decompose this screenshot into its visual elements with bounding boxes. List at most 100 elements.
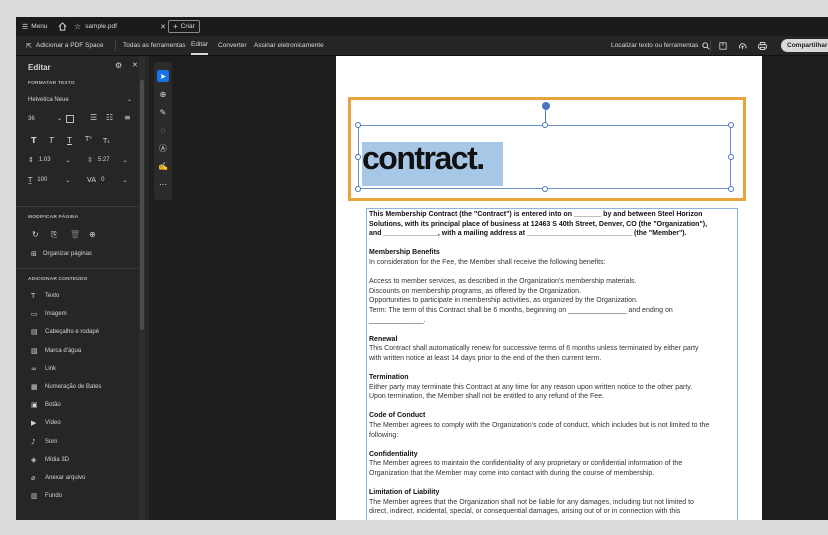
resize-handle[interactable] [728, 154, 734, 160]
add-content-label: Fundo [45, 493, 63, 500]
line-spacing-select[interactable]: ⇕ 1.03 ⌄ [28, 156, 71, 164]
body-text-box[interactable]: This Membership Contract (the "Contract"… [366, 208, 738, 520]
doc-line [369, 402, 735, 412]
add-content-item[interactable]: ⌀ Anexar arquivo [31, 474, 85, 482]
button-icon: ▣ [31, 401, 38, 410]
add-content-item[interactable]: ♪ Som [31, 438, 57, 446]
print-icon[interactable] [758, 36, 767, 55]
font-family-select[interactable]: Helvetica Neue ⌄ [28, 96, 132, 103]
rotate-icon[interactable]: ↻ [32, 230, 39, 239]
doc-line: The Member agrees to comply with the Org… [369, 422, 710, 430]
tab-edit[interactable]: Editar [191, 36, 208, 55]
add-content-item[interactable]: ▥ Fundo [31, 492, 62, 500]
chevron-down-icon: ⌄ [126, 96, 132, 103]
star-icon[interactable]: ☆ [74, 22, 81, 31]
subscript-icon[interactable]: Tₛ [103, 137, 110, 145]
add-to-space-button[interactable]: ⇱ Adicionar a PDF Space [26, 36, 103, 55]
resize-handle[interactable] [355, 154, 361, 160]
insert-page-icon[interactable]: ⊕ [89, 230, 96, 239]
resize-handle[interactable] [355, 122, 361, 128]
tab-all-tools[interactable]: Todas as ferramentas [123, 36, 186, 55]
panel-scrollbar[interactable] [140, 80, 144, 330]
align-left-icon[interactable]: ≡ [124, 113, 131, 122]
text-box-icon[interactable]: Ⓐ [157, 142, 169, 154]
add-content-label: Marca d'água [45, 347, 82, 354]
rotate-handle[interactable] [542, 102, 550, 110]
media-3d-icon: ◈ [31, 455, 37, 464]
resize-handle[interactable] [728, 122, 734, 128]
add-content-label: Vídeo [45, 420, 61, 427]
font-color-swatch[interactable] [66, 115, 74, 123]
add-content-label: Link [45, 365, 57, 372]
add-content-item[interactable]: ∞ Link [31, 365, 56, 373]
underline-icon[interactable]: T [67, 136, 72, 145]
share-button[interactable]: Compartilhar [781, 39, 828, 52]
character-spacing-select[interactable]: VA 0 ⌄ [87, 176, 128, 184]
add-content-item[interactable]: ▧ Marca d'água [31, 347, 81, 355]
add-to-space-label: Adicionar a PDF Space [35, 42, 104, 49]
cloud-upload-icon[interactable] [738, 36, 747, 55]
doc-bold-line: Termination [369, 374, 409, 382]
add-content-label: Mídia 3D [45, 456, 70, 463]
pdf-page: contract. This Membership Contract (the … [336, 56, 762, 520]
more-tools-icon[interactable]: ⋯ [157, 178, 169, 190]
text-box-selection[interactable] [358, 125, 731, 189]
resize-handle[interactable] [355, 186, 361, 192]
add-content-section: ADICIONAR CONTEÚDO [28, 277, 88, 282]
doc-line [369, 364, 735, 374]
tab-sign[interactable]: Assinar eletronicamente [254, 36, 324, 55]
numbered-list-icon[interactable]: ☷ [106, 113, 113, 122]
gear-icon[interactable]: ⚙ [115, 61, 122, 70]
add-content-label: Texto [45, 293, 60, 299]
add-content-item[interactable]: ◈ Mídia 3D [31, 456, 69, 464]
add-content-label: Anexar arquivo [45, 475, 86, 481]
pen-icon[interactable]: ✎ [157, 106, 169, 118]
add-content-item[interactable]: T Texto [31, 292, 59, 300]
doc-line: Upon termination, the Member shall not b… [369, 393, 605, 401]
close-tab-icon[interactable]: ✕ [160, 23, 166, 31]
horizontal-scale-value: 100 [37, 177, 48, 183]
extract-page-icon[interactable]: ⎘ [51, 230, 57, 240]
italic-icon[interactable]: T [49, 136, 54, 145]
zoom-icon[interactable]: ⊕ [157, 88, 169, 100]
resize-handle[interactable] [728, 186, 734, 192]
bullet-list-icon[interactable]: ☰ [90, 113, 97, 122]
menu-button[interactable]: ☰ Menu [22, 17, 48, 36]
organize-pages-button[interactable]: ⊞ Organizar páginas [31, 250, 92, 258]
add-content-item[interactable]: ▤ Cabeçalho e rodapé [31, 328, 99, 336]
doc-line: This Contract shall automatically renew … [369, 345, 699, 353]
resize-handle[interactable] [542, 186, 548, 192]
horizontal-scale-select[interactable]: T̲ 100 ⌄ [28, 176, 70, 184]
select-tool-icon[interactable]: ➤ [157, 70, 169, 82]
add-content-item[interactable]: ▦ Numeração de Bates [31, 383, 101, 391]
sound-icon: ♪ [31, 437, 36, 446]
resize-handle[interactable] [542, 122, 548, 128]
save-icon[interactable] [719, 36, 727, 55]
attach-icon: ⌀ [31, 474, 36, 482]
top-toolbar: ⇱ Adicionar a PDF Space Todas as ferrame… [16, 36, 828, 56]
font-size-select[interactable]: 36 ⌄ [28, 115, 62, 122]
lasso-icon[interactable]: ◌ [157, 124, 169, 136]
find-button[interactable]: Localizar texto ou ferramentas [611, 36, 710, 55]
close-panel-icon[interactable]: ✕ [132, 61, 138, 69]
new-tab-button[interactable]: + Criar [168, 20, 200, 33]
chevron-down-icon: ⌄ [122, 176, 128, 184]
add-content-item[interactable]: ▣ Botão [31, 401, 61, 409]
modify-page-section: MODIFICAR PÁGINA [28, 215, 79, 220]
home-icon[interactable] [58, 17, 67, 36]
add-content-item[interactable]: ▶ Vídeo [31, 419, 61, 427]
superscript-icon[interactable]: Tˢ [85, 135, 92, 143]
add-content-item[interactable]: ▭ Imagem [31, 310, 67, 318]
paragraph-spacing-select[interactable]: ⇳ 5.27 ⌄ [87, 156, 128, 164]
panel-title: Editar [28, 62, 51, 72]
doc-line: Either party may terminate this Contract… [369, 383, 693, 391]
line-spacing-value: 1.03 [38, 157, 51, 163]
bold-icon[interactable]: T [31, 136, 36, 145]
delete-page-icon: 🗑 [70, 230, 81, 239]
tab-sample-pdf[interactable]: ☆ sample.pdf ✕ [74, 17, 166, 36]
tab-convert[interactable]: Converter [218, 36, 247, 55]
fill-sign-icon[interactable]: ✍ [157, 160, 169, 172]
doc-bold-line: Renewal [369, 335, 398, 343]
link-icon: ∞ [31, 364, 37, 373]
doc-line [369, 268, 735, 278]
